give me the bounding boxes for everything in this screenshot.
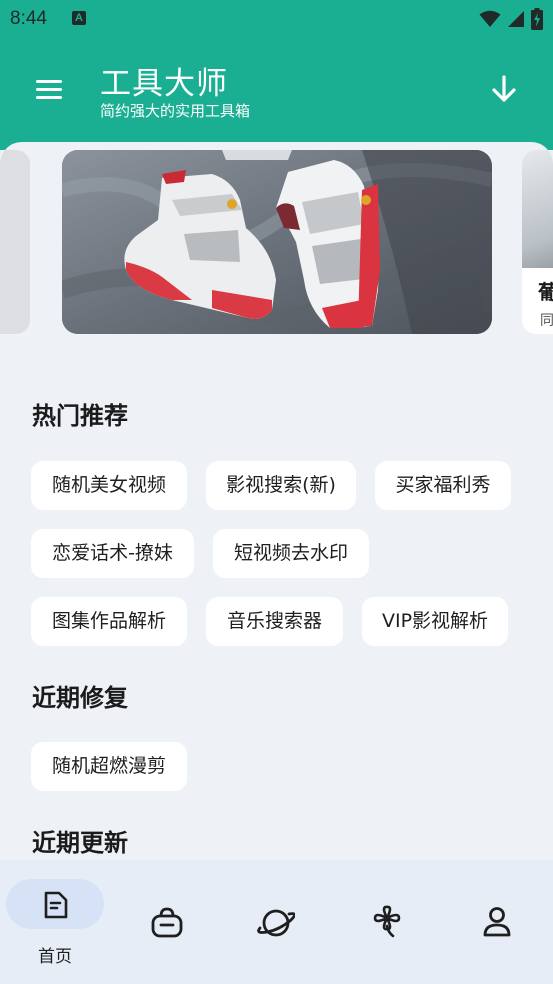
banner-next-card[interactable]: 葡 同 [522,150,553,334]
wifi-icon [479,10,501,27]
banner-carousel[interactable]: 葡 同 [0,150,553,336]
document-icon [44,891,68,919]
battery-charging-icon [531,8,543,30]
app-title: 工具大师 [100,66,228,102]
nav-item-discover[interactable] [220,860,332,984]
nav-item-tools[interactable] [110,860,220,984]
menu-icon[interactable] [32,74,66,104]
hot-item-6[interactable]: 图集作品解析 [31,597,187,646]
clover-icon [373,905,401,938]
status-time: 8:44 [10,8,47,29]
hot-item-2[interactable]: 影视搜索(新) [206,461,356,510]
nav-item-home[interactable]: 首页 [0,860,110,984]
planet-icon [257,909,295,937]
download-icon[interactable] [487,72,521,106]
nav-label-home: 首页 [38,947,72,967]
main-content: 葡 同 热门推荐 随机美女视频 影视搜索(新) 买家福利秀 恋爱话术-撩妹 短视… [0,142,553,860]
banner-next-image [522,150,553,268]
fixed-item-1[interactable]: 随机超燃漫剪 [31,742,187,791]
hot-item-5[interactable]: 短视频去水印 [213,529,369,578]
briefcase-icon [151,907,183,938]
status-bar: 8:44 A [0,0,553,38]
app-subtitle: 简约强大的实用工具箱 [100,102,251,120]
bottom-nav: 首页 [0,860,553,984]
sneakers-photo [62,150,492,334]
banner-next-title: 葡 [538,280,553,304]
section-title-updated: 近期更新 [32,829,128,857]
user-icon [483,907,511,937]
status-icons [479,8,543,30]
banner-next-subtitle: 同 [540,313,553,329]
hot-item-8[interactable]: VIP影视解析 [362,597,508,646]
cell-signal-icon [508,11,524,27]
nav-item-profile[interactable] [442,860,553,984]
hot-item-3[interactable]: 买家福利秀 [375,461,511,510]
banner-prev-card[interactable] [0,150,30,334]
hot-item-1[interactable]: 随机美女视频 [31,461,187,510]
banner-image-sneakers[interactable] [62,150,492,334]
hot-item-7[interactable]: 音乐搜索器 [206,597,343,646]
hot-item-4[interactable]: 恋爱话术-撩妹 [31,529,194,578]
section-title-fixed: 近期修复 [32,684,128,712]
section-title-hot: 热门推荐 [32,402,128,430]
a-notification-icon: A [72,11,86,25]
app-header: 工具大师 简约强大的实用工具箱 [0,38,553,150]
nav-item-clover[interactable] [332,860,442,984]
